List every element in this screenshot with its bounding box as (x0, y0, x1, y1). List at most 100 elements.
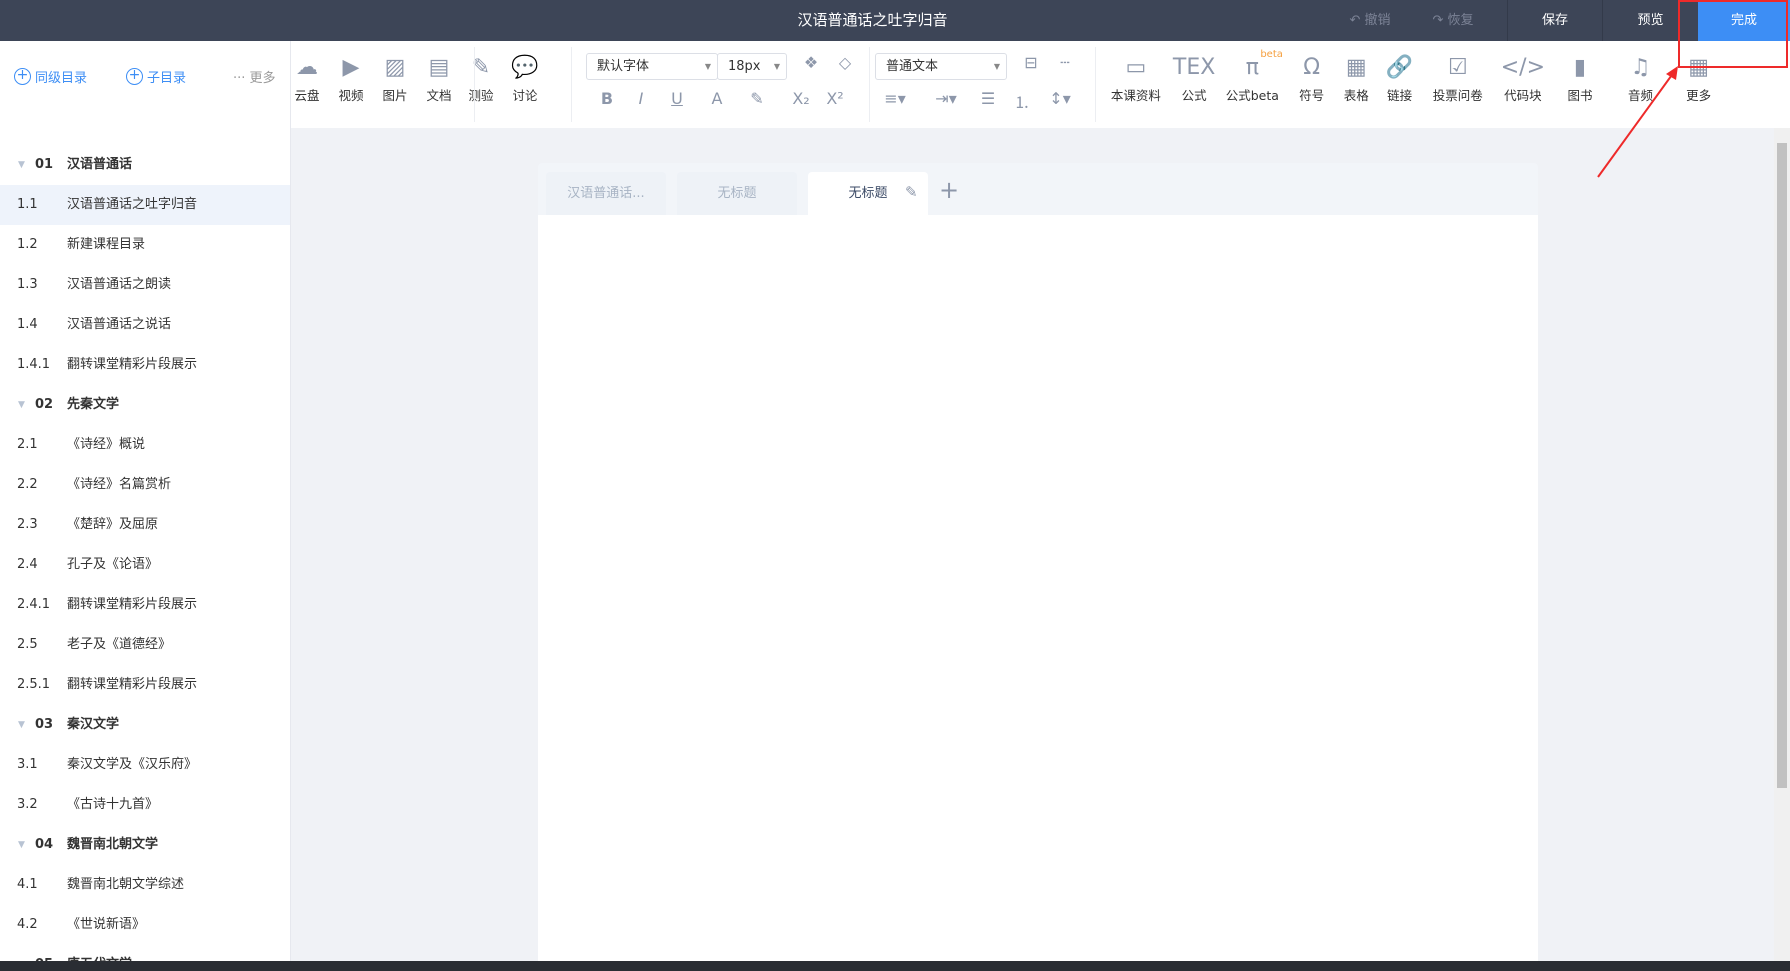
add-tab-button[interactable]: + (939, 176, 959, 204)
redo-button[interactable]: ↷ 恢复 (1418, 0, 1488, 41)
list-item[interactable]: 1.4.1 翻转课堂精彩片段展示 (0, 345, 290, 385)
divider (571, 47, 572, 122)
item-number: 1.3 (17, 277, 38, 292)
item-number: 4.1 (17, 877, 38, 892)
chapter-item[interactable]: ▼ 02 先秦文学 (0, 385, 290, 425)
list-item[interactable]: 3.2 《古诗十九首》 (0, 785, 290, 825)
list-item[interactable]: 2.4.1 翻转课堂精彩片段展示 (0, 585, 290, 625)
item-number: 3.2 (17, 797, 38, 812)
list-item[interactable]: 2.2 《诗经》名篇赏析 (0, 465, 290, 505)
plus-circle-icon: + (14, 68, 31, 85)
tool-right-7[interactable]: </> 代码块 (1491, 51, 1555, 104)
annotation-arrow (1597, 66, 1678, 178)
tool-3[interactable]: ▤ 文档 (415, 51, 463, 104)
chapter-item[interactable]: ▼ 01 汉语普通话 (0, 145, 290, 185)
top-bar: 汉语普通话之吐字归音 ↶ 撤销 ↷ 恢复 保存 预览 完成 (0, 0, 1790, 41)
edit-tab-icon[interactable]: ✎ (905, 183, 918, 201)
tool-right-6[interactable]: ☑ 投票问卷 (1426, 51, 1490, 104)
tool-icon: ☑ (1447, 55, 1468, 80)
item-label: 翻转课堂精彩片段展示 (67, 677, 198, 692)
list-item[interactable]: 2.5 老子及《道德经》 (0, 625, 290, 665)
item-number: 04 (35, 837, 54, 852)
format-button-1[interactable]: I (627, 89, 655, 108)
align-icon[interactable]: ≡▾ (881, 89, 909, 108)
list-item[interactable]: 1.1 汉语普通话之吐字归音 (0, 185, 290, 225)
tool-icon: ▶ (342, 55, 360, 80)
add-child-button[interactable]: + 子目录 (126, 67, 186, 86)
tool-right-0[interactable]: ▭ 本课资料 (1104, 51, 1168, 104)
format-button-4[interactable]: ✎ (743, 89, 771, 108)
item-number: 1.2 (17, 237, 38, 252)
list-item[interactable]: 1.2 新建课程目录 (0, 225, 290, 265)
format-button-6[interactable]: X² (821, 89, 849, 108)
caret-down-icon: ▼ (18, 400, 25, 410)
item-number: 1.4.1 (17, 357, 51, 372)
list-item[interactable]: 2.1 《诗经》概说 (0, 425, 290, 465)
list-item[interactable]: 2.5.1 翻转课堂精彩片段展示 (0, 665, 290, 705)
list-item[interactable]: 1.4 汉语普通话之说话 (0, 305, 290, 345)
item-label: 翻转课堂精彩片段展示 (67, 597, 198, 612)
item-number: 2.2 (17, 477, 38, 492)
indent-icon[interactable]: ⇥▾ (932, 89, 960, 108)
undo-icon: ↶ (1349, 13, 1365, 28)
item-label: 《世说新语》 (67, 917, 146, 932)
item-label: 老子及《道德经》 (67, 637, 172, 652)
tab-1[interactable]: 无标题 (677, 172, 797, 215)
tool-right-1[interactable]: TEX 公式 (1162, 51, 1226, 104)
format-button-3[interactable]: A (703, 89, 731, 108)
chapter-item[interactable]: ▼ 03 秦汉文学 (0, 705, 290, 745)
font-family-select[interactable]: 默认字体 ▼ (586, 53, 718, 80)
tool-0[interactable]: ☁ 云盘 (283, 51, 331, 104)
tool-right-2[interactable]: π beta 公式beta (1220, 49, 1284, 104)
format-button-2[interactable]: U (663, 89, 691, 108)
format-painter-icon[interactable]: ❖ (797, 53, 825, 72)
bullet-list-icon[interactable]: ☰ (974, 89, 1002, 108)
numbered-list-icon[interactable]: ⒈ (1008, 89, 1036, 113)
add-sibling-button[interactable]: + 同级目录 (14, 67, 87, 86)
editor-toolbar: ☁ 云盘 ▶ 视频 ▨ 图片 ▤ 文档 ✎ 测验 💬 讨论 默认字体 ▼ 18px ▼ ❖ ◇ B I U A ✎… (291, 41, 1790, 128)
tool-icon: TEX (1172, 55, 1216, 80)
item-number: 03 (35, 717, 54, 732)
font-size-select[interactable]: 18px ▼ (717, 53, 787, 80)
item-label: 新建课程目录 (67, 237, 146, 252)
line-height-icon[interactable]: ↕▾ (1046, 89, 1074, 108)
tool-2[interactable]: ▨ 图片 (371, 51, 419, 104)
item-label: 汉语普通话 (67, 157, 133, 172)
editor-content-area[interactable] (538, 215, 1538, 965)
item-label: 先秦文学 (67, 397, 120, 412)
divider (474, 47, 475, 122)
line-break-icon[interactable]: ⊟ (1017, 53, 1045, 72)
undo-button[interactable]: ↶ 撤销 (1335, 0, 1405, 41)
list-item[interactable]: 4.1 魏晋南北朝文学综述 (0, 865, 290, 905)
paragraph-style-select[interactable]: 普通文本 ▼ (875, 53, 1007, 80)
caret-down-icon: ▼ (18, 945, 25, 961)
eraser-icon[interactable]: ◇ (831, 53, 859, 72)
chapter-item[interactable]: ▼ 04 魏晋南北朝文学 (0, 825, 290, 865)
chevron-down-icon: ▼ (704, 62, 711, 71)
list-item[interactable]: 3.1 秦汉文学及《汉乐府》 (0, 745, 290, 785)
tool-5[interactable]: 💬 讨论 (501, 51, 549, 104)
more-button[interactable]: ··· 更多 (233, 67, 276, 86)
item-number: 2.4.1 (17, 597, 51, 612)
scrollbar-thumb[interactable] (1777, 143, 1787, 788)
list-item[interactable]: 4.2 《世说新语》 (0, 905, 290, 945)
tool-4[interactable]: ✎ 测验 (457, 51, 505, 104)
caret-down-icon: ▼ (18, 720, 25, 730)
format-button-5[interactable]: X₂ (787, 89, 815, 108)
list-item[interactable]: 1.3 汉语普通话之朗读 (0, 265, 290, 305)
list-item[interactable]: 2.4 孔子及《论语》 (0, 545, 290, 585)
tool-right-5[interactable]: 🔗 链接 (1368, 51, 1432, 104)
item-number: 02 (35, 397, 54, 412)
save-button[interactable]: 保存 (1507, 0, 1602, 41)
divider (869, 47, 870, 122)
item-label: 汉语普通话之朗读 (67, 277, 172, 292)
item-number: 1.4 (17, 317, 38, 332)
tab-0[interactable]: 汉语普通话... (546, 172, 666, 215)
tool-1[interactable]: ▶ 视频 (327, 51, 375, 104)
item-label: 《诗经》概说 (67, 437, 146, 452)
list-item[interactable]: 2.3 《楚辞》及屈原 (0, 505, 290, 545)
divider-line-icon[interactable]: ┄ (1051, 53, 1079, 72)
item-label: 《诗经》名篇赏析 (67, 477, 172, 492)
format-button-0[interactable]: B (593, 89, 621, 108)
chapter-item[interactable]: ▼ 05 唐五代文学 (0, 945, 290, 961)
